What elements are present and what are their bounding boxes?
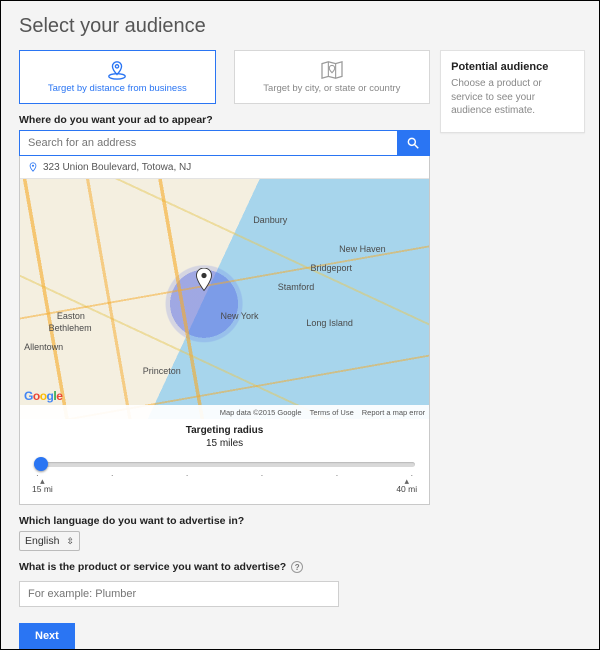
potential-audience-body: Choose a product or service to see your … (451, 77, 574, 118)
radius-value: 15 miles (30, 438, 419, 449)
map-city-label: Bethlehem (49, 323, 92, 333)
map-city-label: Long Island (306, 318, 353, 328)
map-center-pin-icon (195, 268, 213, 292)
location-radius-icon (106, 60, 128, 80)
map-city-label: New Haven (339, 244, 386, 254)
map-roads-layer (20, 179, 429, 419)
tab-label: Target by city, or state or country (263, 83, 400, 94)
radius-slider[interactable]: ······ (34, 455, 415, 475)
map-city-label: Bridgeport (310, 263, 352, 273)
map-city-label: Easton (57, 311, 85, 321)
map-city-label: Stamford (278, 282, 315, 292)
radius-max-label: 40 mi (396, 478, 417, 494)
map-city-label: Princeton (143, 366, 181, 376)
product-input[interactable] (19, 581, 339, 607)
slider-track (34, 462, 415, 467)
map-city-label: Allentown (24, 342, 63, 352)
potential-audience-card: Potential audience Choose a product or s… (440, 50, 585, 133)
radius-title: Targeting radius (30, 425, 419, 436)
map-canvas[interactable]: New York Stamford New Haven Danbury Brid… (20, 179, 429, 419)
search-icon (406, 136, 420, 150)
search-button[interactable] (397, 131, 429, 155)
pinned-address-text: 323 Union Boulevard, Totowa, NJ (43, 162, 191, 173)
map-attribution: Map data ©2015 Google (220, 408, 302, 417)
google-logo: Google (24, 389, 62, 403)
where-question-label: Where do you want your ad to appear? (19, 114, 430, 126)
address-search-input[interactable] (20, 131, 397, 155)
product-question-label: What is the product or service you want … (19, 561, 286, 573)
updown-icon: ⇳ (66, 536, 74, 546)
help-icon[interactable]: ? (291, 561, 303, 573)
pinned-address-row[interactable]: 323 Union Boulevard, Totowa, NJ (20, 156, 429, 179)
map-city-label: Danbury (253, 215, 287, 225)
map-city-label: New York (220, 311, 258, 321)
next-button[interactable]: Next (19, 623, 75, 649)
map-fold-icon (320, 60, 344, 80)
page-title: Select your audience (1, 1, 599, 38)
tab-label: Target by distance from business (48, 83, 187, 94)
language-select[interactable]: English ⇳ (19, 531, 80, 551)
tab-target-by-location[interactable]: Target by city, or state or country (234, 50, 431, 104)
potential-audience-title: Potential audience (451, 61, 574, 73)
map-report-link[interactable]: Report a map error (362, 408, 425, 417)
slider-ticks: ······ (34, 471, 415, 480)
language-selected-value: English (25, 535, 59, 547)
radius-min-label: 15 mi (32, 478, 53, 494)
map-terms-link[interactable]: Terms of Use (310, 408, 354, 417)
pin-icon (28, 161, 38, 173)
slider-thumb[interactable] (34, 457, 48, 471)
tab-target-by-distance[interactable]: Target by distance from business (19, 50, 216, 104)
language-question-label: Which language do you want to advertise … (19, 515, 430, 527)
